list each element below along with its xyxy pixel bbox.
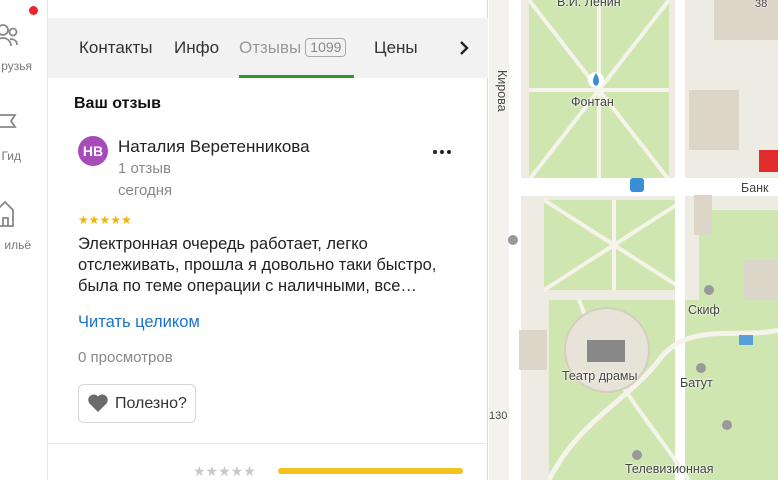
tab-reviews-label: Отзывы xyxy=(239,38,302,57)
app-root: рузья Гид ильё Контакты Инфо Отзывы 1099 … xyxy=(0,0,778,480)
map-label-skif: Скиф xyxy=(688,303,720,317)
nav-label-guide: Гид xyxy=(1,149,21,163)
avatar[interactable]: НВ xyxy=(78,136,108,166)
author-review-count: 1 отзыв xyxy=(118,160,172,177)
map-label-kirova: Кирова xyxy=(495,70,509,112)
tab-reviews-count: 1099 xyxy=(305,38,347,57)
map-label-130: 130 xyxy=(489,410,508,422)
active-tab-underline xyxy=(239,75,354,78)
divider xyxy=(48,443,488,444)
friends-icon xyxy=(0,24,18,47)
tabs-bar: Контакты Инфо Отзывы 1099 Цены xyxy=(48,18,488,78)
map-label-bank: Банк xyxy=(741,181,769,195)
read-more-link[interactable]: Читать целиком xyxy=(78,313,200,332)
notification-dot xyxy=(29,6,38,15)
nav-label-housing: ильё xyxy=(4,238,31,252)
heart-icon xyxy=(88,394,108,412)
helpful-button[interactable]: Полезно? xyxy=(78,384,196,423)
nav-item-guide[interactable]: Гид xyxy=(0,112,47,172)
map-label-38: 38 xyxy=(755,0,768,10)
map-label-theatre: Театр драмы xyxy=(562,369,638,383)
review-date: сегодня xyxy=(118,182,173,199)
rating-stars: ★★★★★ xyxy=(78,213,132,227)
author-name[interactable]: Наталия Веретенникова xyxy=(118,137,310,157)
tab-info[interactable]: Инфо xyxy=(174,38,219,58)
review-text: Электронная очередь работает, легко отсл… xyxy=(78,235,437,295)
flag-icon xyxy=(0,114,17,128)
review-panel: Контакты Инфо Отзывы 1099 Цены Ваш отзыв … xyxy=(48,0,488,480)
summary-stars: ★★★★★ xyxy=(193,463,256,479)
chevron-right-icon[interactable] xyxy=(452,34,476,62)
map-label-fountain: Фонтан xyxy=(571,95,614,109)
views-count: 0 просмотров xyxy=(78,349,173,366)
tab-prices[interactable]: Цены xyxy=(374,38,418,58)
your-review-heading: Ваш отзыв xyxy=(74,95,161,112)
nav-item-housing[interactable]: ильё xyxy=(0,198,47,258)
map-label-batut: Батут xyxy=(680,376,713,390)
housing-icon xyxy=(0,200,14,227)
helpful-label: Полезно? xyxy=(115,395,187,412)
tab-reviews[interactable]: Отзывы 1099 xyxy=(239,38,347,58)
tab-contacts[interactable]: Контакты xyxy=(79,38,152,58)
left-nav: рузья Гид ильё xyxy=(0,0,48,480)
map-label-lenin: В.И. Ленин xyxy=(557,0,621,9)
nav-label-friends: рузья xyxy=(1,59,32,73)
map-label-tv: Телевизионная xyxy=(625,462,714,476)
map[interactable]: В.И. Ленин 38 Кирова Фонтан Банк Скиф Те… xyxy=(489,0,778,480)
rating-distribution-bar xyxy=(278,468,463,474)
nav-item-friends[interactable]: рузья xyxy=(0,22,47,82)
more-options-icon[interactable] xyxy=(428,140,456,164)
map-canvas xyxy=(489,0,778,480)
